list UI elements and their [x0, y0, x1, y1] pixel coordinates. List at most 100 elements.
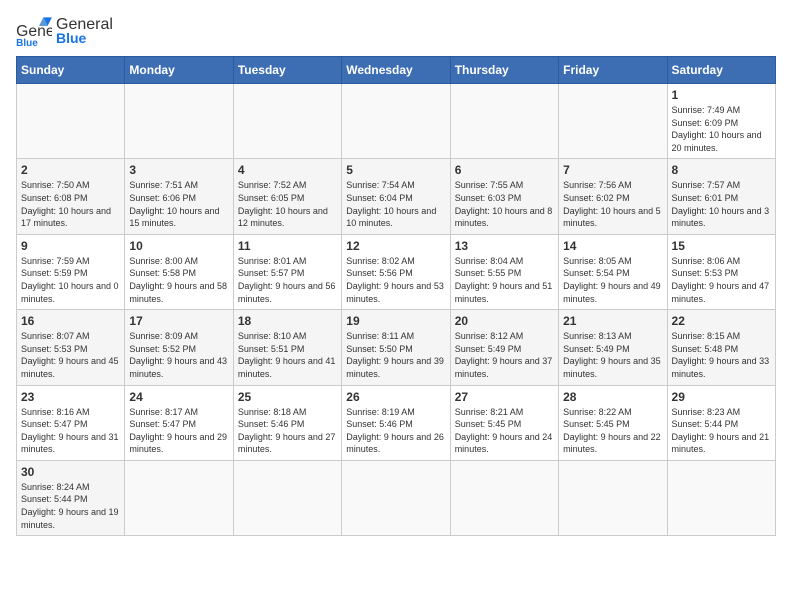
calendar-cell: 8 Sunrise: 7:57 AMSunset: 6:01 PMDayligh… — [667, 159, 775, 234]
day-info: Sunrise: 8:22 AMSunset: 5:45 PMDaylight:… — [563, 406, 662, 456]
weekday-header-sunday: Sunday — [17, 57, 125, 84]
day-info: Sunrise: 8:16 AMSunset: 5:47 PMDaylight:… — [21, 406, 120, 456]
weekday-header-tuesday: Tuesday — [233, 57, 341, 84]
day-number: 25 — [238, 390, 337, 404]
calendar-cell — [559, 460, 667, 535]
calendar-cell: 28 Sunrise: 8:22 AMSunset: 5:45 PMDaylig… — [559, 385, 667, 460]
calendar-cell — [233, 84, 341, 159]
calendar-cell: 11 Sunrise: 8:01 AMSunset: 5:57 PMDaylig… — [233, 234, 341, 309]
day-number: 9 — [21, 239, 120, 253]
header: General Blue General Blue — [16, 16, 776, 46]
calendar-cell: 26 Sunrise: 8:19 AMSunset: 5:46 PMDaylig… — [342, 385, 450, 460]
day-number: 10 — [129, 239, 228, 253]
day-info: Sunrise: 8:07 AMSunset: 5:53 PMDaylight:… — [21, 330, 120, 380]
calendar-cell — [667, 460, 775, 535]
day-number: 27 — [455, 390, 554, 404]
day-number: 23 — [21, 390, 120, 404]
day-number: 19 — [346, 314, 445, 328]
calendar-cell: 20 Sunrise: 8:12 AMSunset: 5:49 PMDaylig… — [450, 310, 558, 385]
calendar-cell: 15 Sunrise: 8:06 AMSunset: 5:53 PMDaylig… — [667, 234, 775, 309]
calendar-cell: 30 Sunrise: 8:24 AMSunset: 5:44 PMDaylig… — [17, 460, 125, 535]
day-number: 20 — [455, 314, 554, 328]
calendar-cell: 3 Sunrise: 7:51 AMSunset: 6:06 PMDayligh… — [125, 159, 233, 234]
calendar-cell: 4 Sunrise: 7:52 AMSunset: 6:05 PMDayligh… — [233, 159, 341, 234]
day-number: 17 — [129, 314, 228, 328]
calendar-cell: 18 Sunrise: 8:10 AMSunset: 5:51 PMDaylig… — [233, 310, 341, 385]
calendar-week-4: 16 Sunrise: 8:07 AMSunset: 5:53 PMDaylig… — [17, 310, 776, 385]
day-info: Sunrise: 8:01 AMSunset: 5:57 PMDaylight:… — [238, 255, 337, 305]
calendar-week-5: 23 Sunrise: 8:16 AMSunset: 5:47 PMDaylig… — [17, 385, 776, 460]
logo: General Blue General Blue — [16, 16, 113, 46]
day-number: 28 — [563, 390, 662, 404]
day-info: Sunrise: 7:50 AMSunset: 6:08 PMDaylight:… — [21, 179, 120, 229]
logo-icon: General Blue — [16, 16, 52, 46]
day-number: 22 — [672, 314, 771, 328]
calendar-cell: 5 Sunrise: 7:54 AMSunset: 6:04 PMDayligh… — [342, 159, 450, 234]
weekday-header-wednesday: Wednesday — [342, 57, 450, 84]
day-number: 2 — [21, 163, 120, 177]
calendar-cell — [342, 84, 450, 159]
weekday-header-row: SundayMondayTuesdayWednesdayThursdayFrid… — [17, 57, 776, 84]
calendar-cell: 14 Sunrise: 8:05 AMSunset: 5:54 PMDaylig… — [559, 234, 667, 309]
day-info: Sunrise: 8:04 AMSunset: 5:55 PMDaylight:… — [455, 255, 554, 305]
day-info: Sunrise: 8:10 AMSunset: 5:51 PMDaylight:… — [238, 330, 337, 380]
day-info: Sunrise: 8:11 AMSunset: 5:50 PMDaylight:… — [346, 330, 445, 380]
day-info: Sunrise: 8:24 AMSunset: 5:44 PMDaylight:… — [21, 481, 120, 531]
calendar-cell: 16 Sunrise: 8:07 AMSunset: 5:53 PMDaylig… — [17, 310, 125, 385]
calendar-cell — [233, 460, 341, 535]
calendar-week-2: 2 Sunrise: 7:50 AMSunset: 6:08 PMDayligh… — [17, 159, 776, 234]
day-info: Sunrise: 8:15 AMSunset: 5:48 PMDaylight:… — [672, 330, 771, 380]
calendar-cell: 10 Sunrise: 8:00 AMSunset: 5:58 PMDaylig… — [125, 234, 233, 309]
day-number: 11 — [238, 239, 337, 253]
svg-text:Blue: Blue — [16, 38, 38, 46]
day-info: Sunrise: 7:55 AMSunset: 6:03 PMDaylight:… — [455, 179, 554, 229]
day-number: 16 — [21, 314, 120, 328]
day-info: Sunrise: 8:17 AMSunset: 5:47 PMDaylight:… — [129, 406, 228, 456]
calendar-week-1: 1 Sunrise: 7:49 AMSunset: 6:09 PMDayligh… — [17, 84, 776, 159]
day-number: 21 — [563, 314, 662, 328]
calendar-cell: 21 Sunrise: 8:13 AMSunset: 5:49 PMDaylig… — [559, 310, 667, 385]
day-info: Sunrise: 8:00 AMSunset: 5:58 PMDaylight:… — [129, 255, 228, 305]
calendar: SundayMondayTuesdayWednesdayThursdayFrid… — [16, 56, 776, 536]
day-number: 13 — [455, 239, 554, 253]
day-info: Sunrise: 8:18 AMSunset: 5:46 PMDaylight:… — [238, 406, 337, 456]
calendar-cell: 25 Sunrise: 8:18 AMSunset: 5:46 PMDaylig… — [233, 385, 341, 460]
day-number: 3 — [129, 163, 228, 177]
calendar-cell: 17 Sunrise: 8:09 AMSunset: 5:52 PMDaylig… — [125, 310, 233, 385]
day-info: Sunrise: 8:06 AMSunset: 5:53 PMDaylight:… — [672, 255, 771, 305]
calendar-week-3: 9 Sunrise: 7:59 AMSunset: 5:59 PMDayligh… — [17, 234, 776, 309]
weekday-header-saturday: Saturday — [667, 57, 775, 84]
weekday-header-thursday: Thursday — [450, 57, 558, 84]
day-info: Sunrise: 8:09 AMSunset: 5:52 PMDaylight:… — [129, 330, 228, 380]
calendar-cell — [559, 84, 667, 159]
day-info: Sunrise: 7:54 AMSunset: 6:04 PMDaylight:… — [346, 179, 445, 229]
calendar-cell — [125, 84, 233, 159]
day-info: Sunrise: 7:57 AMSunset: 6:01 PMDaylight:… — [672, 179, 771, 229]
day-number: 29 — [672, 390, 771, 404]
calendar-cell: 9 Sunrise: 7:59 AMSunset: 5:59 PMDayligh… — [17, 234, 125, 309]
calendar-cell: 6 Sunrise: 7:55 AMSunset: 6:03 PMDayligh… — [450, 159, 558, 234]
day-number: 5 — [346, 163, 445, 177]
day-info: Sunrise: 7:52 AMSunset: 6:05 PMDaylight:… — [238, 179, 337, 229]
calendar-cell — [342, 460, 450, 535]
day-info: Sunrise: 8:05 AMSunset: 5:54 PMDaylight:… — [563, 255, 662, 305]
calendar-cell: 1 Sunrise: 7:49 AMSunset: 6:09 PMDayligh… — [667, 84, 775, 159]
calendar-cell: 13 Sunrise: 8:04 AMSunset: 5:55 PMDaylig… — [450, 234, 558, 309]
day-number: 8 — [672, 163, 771, 177]
day-info: Sunrise: 8:13 AMSunset: 5:49 PMDaylight:… — [563, 330, 662, 380]
calendar-cell — [125, 460, 233, 535]
calendar-cell: 29 Sunrise: 8:23 AMSunset: 5:44 PMDaylig… — [667, 385, 775, 460]
day-info: Sunrise: 8:02 AMSunset: 5:56 PMDaylight:… — [346, 255, 445, 305]
calendar-cell: 27 Sunrise: 8:21 AMSunset: 5:45 PMDaylig… — [450, 385, 558, 460]
day-info: Sunrise: 8:21 AMSunset: 5:45 PMDaylight:… — [455, 406, 554, 456]
calendar-cell — [450, 84, 558, 159]
day-info: Sunrise: 7:51 AMSunset: 6:06 PMDaylight:… — [129, 179, 228, 229]
day-number: 1 — [672, 88, 771, 102]
calendar-cell: 7 Sunrise: 7:56 AMSunset: 6:02 PMDayligh… — [559, 159, 667, 234]
day-number: 4 — [238, 163, 337, 177]
calendar-cell: 23 Sunrise: 8:16 AMSunset: 5:47 PMDaylig… — [17, 385, 125, 460]
day-info: Sunrise: 8:12 AMSunset: 5:49 PMDaylight:… — [455, 330, 554, 380]
day-info: Sunrise: 7:56 AMSunset: 6:02 PMDaylight:… — [563, 179, 662, 229]
day-number: 30 — [21, 465, 120, 479]
weekday-header-monday: Monday — [125, 57, 233, 84]
